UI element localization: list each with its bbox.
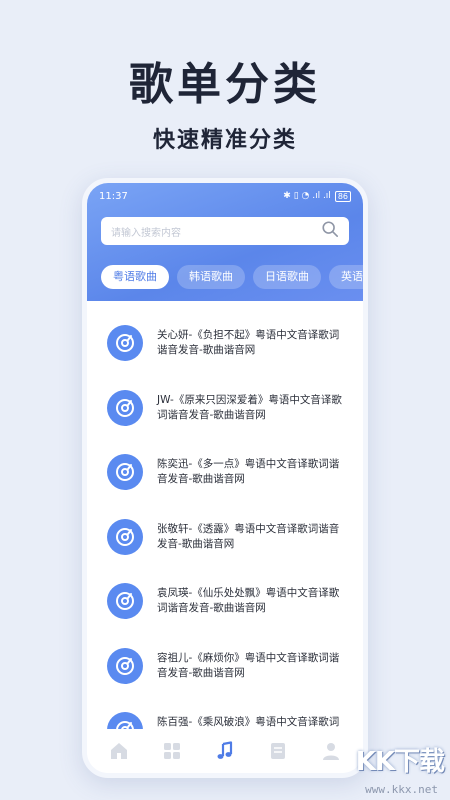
song-title: JW-《原来只因深爱着》粤语中文音译歌词谐音发音-歌曲谐音网	[157, 393, 342, 421]
search-bar[interactable]: 请输入搜索内容	[101, 217, 349, 245]
music-disc-icon	[107, 518, 143, 555]
promo-subtitle: 快速精准分类	[152, 128, 297, 153]
user-icon[interactable]	[319, 739, 343, 763]
promo-title: 歌单分类	[129, 59, 321, 110]
list-item[interactable]: 陈百强-《乘风破浪》粤语中文音译歌词谐音发音-歌曲谐音网	[87, 698, 363, 733]
search-icon[interactable]	[321, 220, 339, 242]
song-list: 关心妍-《负担不起》粤语中文音译歌词谐音发音-歌曲谐音网 JW-《原来只因深爱着…	[87, 311, 363, 733]
list-item[interactable]: 袁凤瑛-《仙乐处处飘》粤语中文音译歌词谐音发音-歌曲谐音网	[87, 569, 363, 634]
list-item[interactable]: 张敬轩-《透露》粤语中文音译歌词谐音发音-歌曲谐音网	[87, 505, 363, 570]
music-disc-icon	[107, 647, 143, 684]
list-item[interactable]: 陈奕迅-《多一点》粤语中文音译歌词谐音发音-歌曲谐音网	[87, 440, 363, 505]
search-input[interactable]: 请输入搜索内容	[111, 224, 321, 239]
status-time: 11:37	[99, 190, 128, 202]
battery-icon: 86	[334, 190, 351, 202]
list-item[interactable]: 关心妍-《负担不起》粤语中文音译歌词谐音发音-歌曲谐音网	[87, 311, 363, 376]
tab-cantonese[interactable]: 粤语歌曲	[101, 265, 169, 289]
music-disc-icon	[107, 389, 143, 426]
song-title: 容祖儿-《麻烦你》粤语中文音译歌词谐音发音-歌曲谐音网	[157, 651, 340, 679]
song-title: 陈奕迅-《多一点》粤语中文音译歌词谐音发音-歌曲谐音网	[157, 458, 340, 486]
header-banner: 11:37 ✱ ▯ ◔ .ıl .ıl 86 请输入搜索内容 粤语歌曲 韩语歌曲…	[87, 183, 363, 301]
status-bar: 11:37 ✱ ▯ ◔ .ıl .ıl 86	[99, 189, 351, 203]
song-title: 关心妍-《负担不起》粤语中文音译歌词谐音发音-歌曲谐音网	[157, 329, 340, 357]
music-disc-icon	[107, 583, 143, 620]
category-tabs: 粤语歌曲 韩语歌曲 日语歌曲 英语歌曲	[101, 265, 363, 289]
bottom-nav	[87, 729, 363, 773]
music-note-icon[interactable]	[213, 739, 237, 763]
watermark-logo: KK下载	[355, 747, 445, 777]
song-title: 张敬轩-《透露》粤语中文音译歌词谐音发音-歌曲谐音网	[157, 522, 340, 550]
tab-english[interactable]: 英语歌曲	[329, 265, 363, 289]
list-item[interactable]: 容祖儿-《麻烦你》粤语中文音译歌词谐音发音-歌曲谐音网	[87, 634, 363, 699]
song-title: 袁凤瑛-《仙乐处处飘》粤语中文音译歌词谐音发音-歌曲谐音网	[157, 587, 340, 615]
music-disc-icon	[107, 454, 143, 491]
tab-japanese[interactable]: 日语歌曲	[253, 265, 321, 289]
music-disc-icon	[107, 325, 143, 362]
tab-korean[interactable]: 韩语歌曲	[177, 265, 245, 289]
phone-frame: 11:37 ✱ ▯ ◔ .ıl .ıl 86 请输入搜索内容 粤语歌曲 韩语歌曲…	[82, 178, 368, 778]
watermark-url: www.kkx.net	[365, 783, 438, 796]
signal-icons: ✱ ▯ ◔ .ıl .ıl	[283, 191, 331, 201]
grid-icon[interactable]	[160, 739, 184, 763]
status-icons: ✱ ▯ ◔ .ıl .ıl 86	[283, 190, 351, 202]
home-icon[interactable]	[107, 739, 131, 763]
list-item[interactable]: JW-《原来只因深爱着》粤语中文音译歌词谐音发音-歌曲谐音网	[87, 376, 363, 441]
document-icon[interactable]	[266, 739, 290, 763]
